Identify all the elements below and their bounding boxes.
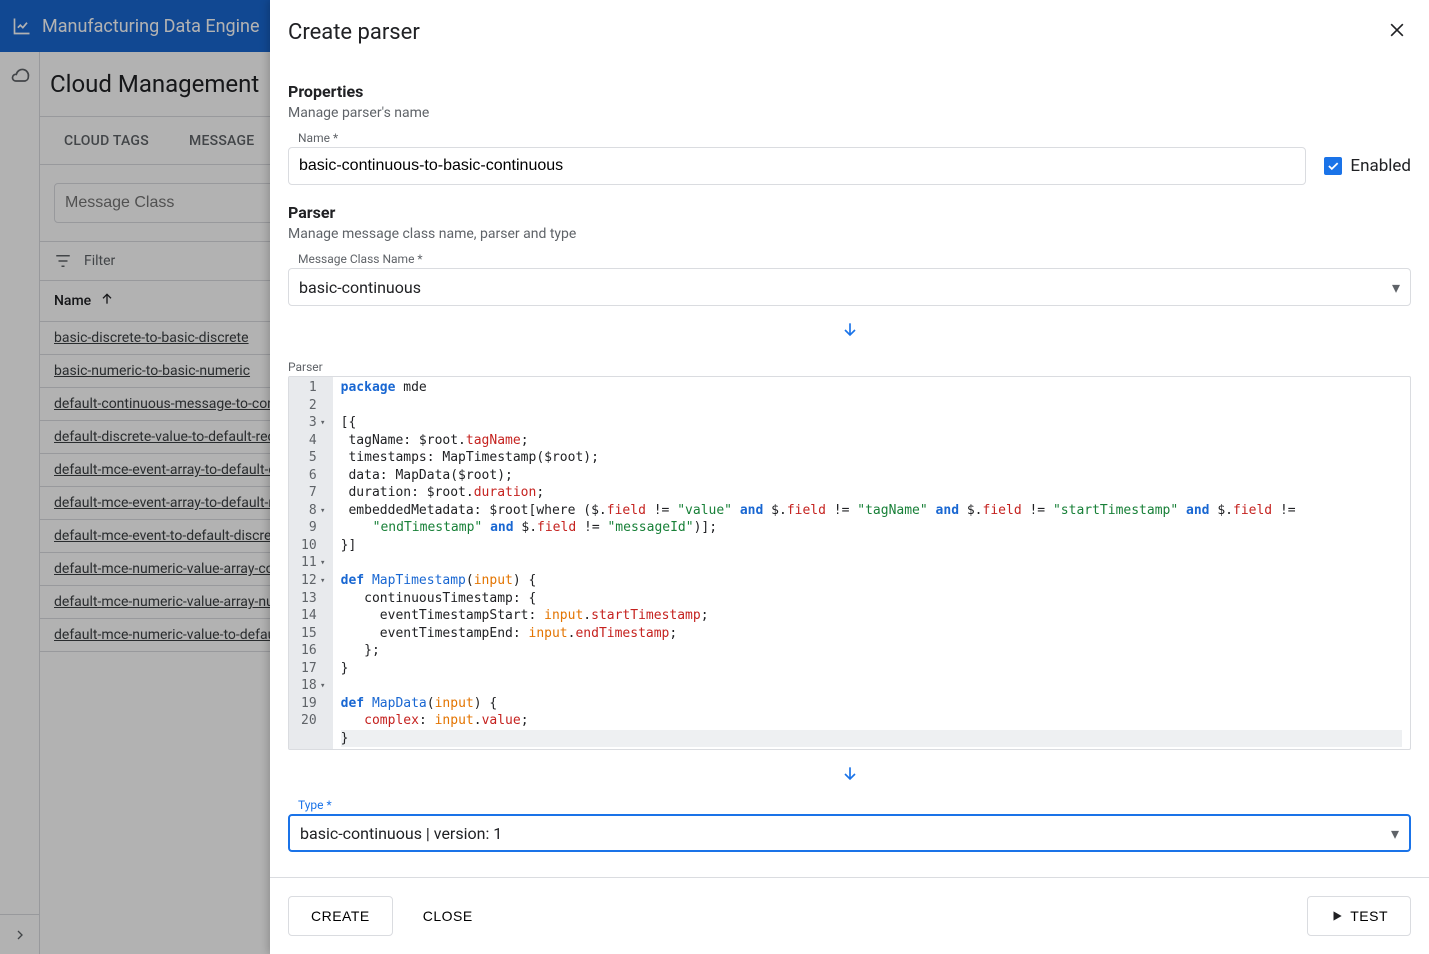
close-button[interactable] (1383, 16, 1411, 48)
panel-footer: CREATE CLOSE TEST (270, 877, 1429, 954)
chevron-down-icon: ▾ (1391, 824, 1399, 843)
editor-label: Parser (288, 360, 1411, 374)
enabled-label: Enabled (1350, 156, 1411, 176)
message-class-value: basic-continuous (299, 278, 421, 297)
editor-gutter: 123▾45678▾91011▾12▾131415161718▾1920 (289, 377, 333, 749)
panel-title: Create parser (288, 20, 420, 45)
message-class-label: Message Class Name * (298, 252, 1411, 266)
chevron-down-icon: ▾ (1392, 278, 1400, 297)
create-parser-panel: Create parser Properties Manage parser's… (270, 0, 1429, 954)
properties-sub: Manage parser's name (288, 105, 1411, 121)
checkbox-icon (1324, 157, 1342, 175)
type-value: basic-continuous | version: 1 (300, 824, 502, 843)
code-editor[interactable]: 123▾45678▾91011▾12▾131415161718▾1920 pac… (288, 376, 1411, 750)
name-label: Name * (298, 131, 1306, 145)
play-icon (1330, 909, 1344, 923)
create-button[interactable]: CREATE (288, 896, 393, 936)
type-select[interactable]: basic-continuous | version: 1 ▾ (288, 814, 1411, 852)
type-label: Type * (298, 798, 1411, 812)
close-button-footer[interactable]: CLOSE (401, 896, 495, 936)
properties-heading: Properties (288, 82, 1411, 101)
test-button[interactable]: TEST (1307, 896, 1411, 936)
close-icon (1387, 20, 1407, 40)
flow-arrow-1 (288, 306, 1411, 354)
enabled-toggle[interactable]: Enabled (1324, 147, 1411, 185)
parser-sub: Manage message class name, parser and ty… (288, 226, 1411, 242)
panel-header: Create parser (270, 0, 1429, 56)
parser-heading: Parser (288, 203, 1411, 222)
flow-arrow-2 (288, 750, 1411, 798)
panel-body: Properties Manage parser's name Name * E… (270, 56, 1429, 877)
editor-code[interactable]: package mde [{ tagName: $root.tagName; t… (333, 377, 1410, 749)
arrow-down-icon (840, 764, 860, 784)
parser-name-input[interactable] (288, 147, 1306, 185)
arrow-down-icon (840, 320, 860, 340)
message-class-select[interactable]: basic-continuous ▾ (288, 268, 1411, 306)
